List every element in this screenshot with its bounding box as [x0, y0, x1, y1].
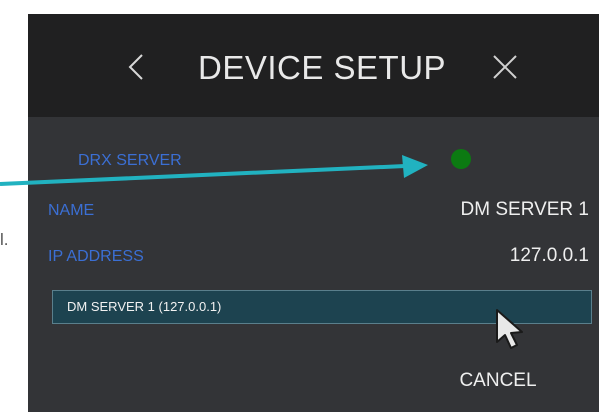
back-button[interactable]	[122, 47, 152, 87]
dialog-header: DEVICE SETUP	[28, 14, 599, 117]
mouse-pointer-icon	[496, 309, 523, 349]
server-list-item-label: DM SERVER 1 (127.0.0.1)	[67, 299, 222, 314]
name-value: DM SERVER 1	[460, 199, 589, 220]
ip-address-label: IP ADDRESS	[48, 248, 144, 265]
device-setup-dialog: DEVICE SETUP DRX SERVER NAME DM SERVER 1…	[28, 14, 599, 412]
annotation-arrow-icon	[0, 155, 428, 186]
chevron-left-icon	[128, 54, 143, 80]
drx-server-status-indicator	[451, 149, 471, 169]
close-button[interactable]	[488, 50, 522, 84]
page-title: DEVICE SETUP	[198, 49, 447, 86]
cancel-button[interactable]: CANCEL	[448, 366, 548, 396]
ip-address-value: 127.0.0.1	[509, 245, 589, 266]
background-partial-text: l.	[0, 230, 9, 249]
close-icon	[493, 55, 517, 79]
name-label: NAME	[48, 202, 95, 219]
